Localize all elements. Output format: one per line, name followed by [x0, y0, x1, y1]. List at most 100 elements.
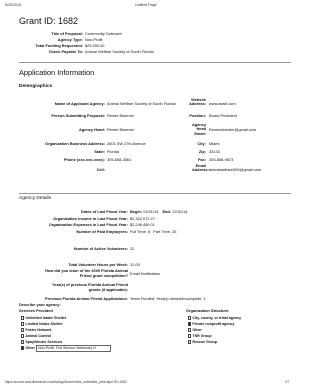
hours-label: Total Volunteer Hours per Week:: [68, 262, 128, 267]
subsection-demographics: Demographics: [19, 84, 53, 89]
checkbox-box[interactable]: [21, 334, 25, 338]
fax-value: 305-858-9873: [209, 157, 234, 162]
checkbox-box[interactable]: [188, 340, 192, 344]
agency-head-email-value: Reneebloemer@gmail.com: [209, 127, 257, 132]
checkbox-box[interactable]: [21, 322, 25, 326]
checkbox-label: Animal Control: [25, 334, 52, 338]
full-time-value: 8: [147, 229, 151, 234]
checkbox-private-nonprofit[interactable]: Private nonprofit agency: [188, 322, 235, 326]
checkbox-label: Rescue Group: [192, 340, 217, 344]
checkbox-label: Other: [25, 346, 35, 350]
print-date: 8/26/2016: [5, 3, 21, 7]
person-label: Person Submitting Proposal:: [51, 113, 105, 118]
checkbox-label: City, county, or tribal agency: [192, 316, 242, 320]
state-label: State:: [94, 149, 105, 154]
footer-page: 1/7: [285, 380, 290, 384]
fiscal-dates-label: Dates of Last Fiscal Year:: [80, 209, 128, 214]
summary-value: Community Outreach: [85, 31, 122, 36]
summary-value: Animal Welfare Society of South Florida: [85, 49, 154, 54]
phone-value: 305-858-3561: [107, 157, 132, 162]
services-label: Services Provided: [19, 308, 53, 313]
checkbox-city-county-tribal[interactable]: City, county, or tribal agency: [188, 316, 241, 320]
checkbox-box[interactable]: [188, 316, 192, 320]
part-time-value: 25: [172, 229, 177, 234]
checkbox-foster-network[interactable]: Foster Network: [21, 328, 52, 332]
checkbox-box[interactable]: [21, 340, 25, 344]
checkbox-org-other[interactable]: Other: [188, 328, 202, 332]
checkbox-label: TNR Group: [192, 334, 212, 338]
income-label: Organization Income in Last Fiscal Year:: [53, 216, 128, 221]
phone-label: Phone (xxx-xxx-xxxx):: [63, 157, 105, 162]
cell-label: Cell:: [96, 167, 105, 172]
other-service-text: Non-Profit, Full Service Veterinary H: [38, 346, 96, 351]
summary-value: $25,000.00: [85, 43, 105, 48]
prev-applications-value: Years Funded: Year(s) denied/incomplete:…: [130, 296, 206, 301]
applicant-label: Name of Applicant Agency:: [54, 101, 105, 106]
summary-label: Check Payable To:: [48, 49, 83, 54]
fax-label: Fax:: [198, 157, 206, 162]
website-value: www.awsfl.com: [209, 101, 236, 106]
checkbox-box[interactable]: [21, 316, 25, 320]
checkbox-box[interactable]: [21, 328, 25, 332]
checkbox-tnr-group[interactable]: TNR Group: [188, 334, 212, 338]
person-value: Renee Bloemer: [107, 113, 135, 118]
print-title: Untitled Page: [135, 3, 157, 7]
checkbox-limited-intake[interactable]: Limited Intake Shelter: [21, 322, 63, 326]
section-title-application: Application Information: [19, 68, 95, 77]
hours-value: 12.00: [130, 262, 140, 267]
checkbox-label: Private nonprofit agency: [192, 322, 235, 326]
applicant-value: Animal Welfare Society of South Florida: [107, 101, 176, 106]
website-label: Website Address:: [189, 97, 206, 107]
describe-agency-label: Describe your agency:: [19, 302, 61, 307]
checkbox-other[interactable]: Other: [21, 346, 35, 350]
checkbox-label: Other: [192, 328, 202, 332]
expenses-value: $2,246,459.01: [130, 222, 155, 227]
org-structure-label: Organization Structure:: [186, 308, 230, 313]
summary-label: Agency Type:: [57, 37, 83, 42]
agency-head-label: Agency Head:: [79, 127, 105, 132]
address-value: 2601 SW 27th Avenue: [107, 141, 146, 146]
checkbox-box[interactable]: [21, 346, 25, 350]
summary-value: Non-Profit: [85, 37, 103, 42]
zip-label: Zip:: [198, 149, 206, 154]
email-label: Email Address:: [192, 163, 209, 173]
checkbox-box[interactable]: [188, 322, 192, 326]
divider: [19, 62, 291, 63]
other-service-input[interactable]: Non-Profit, Full Service Veterinary H: [36, 345, 111, 352]
volunteers-label: Number of Active Volunteers:: [73, 246, 128, 251]
checkbox-rescue-group[interactable]: Rescue Group: [188, 340, 217, 344]
email-value: animalwelfare305@gmail.com: [209, 167, 262, 172]
begin-value: 01/01/14: [143, 209, 159, 214]
volunteers-value: 12: [130, 246, 135, 251]
state-value: Florida: [107, 149, 119, 154]
income-value: $2,322,072.27: [130, 216, 155, 221]
grant-id: Grant ID: 1682: [19, 16, 79, 26]
checkbox-label: Limited Intake Shelter: [25, 322, 63, 326]
expenses-label: Organization Expenses in Last Fiscal Yea…: [48, 222, 128, 227]
part-time-label: Part Time:: [153, 229, 171, 234]
prev-applications-label: Previous Florida Animal Friend Applicati…: [45, 296, 128, 301]
summary-label: Total Funding Requested:: [35, 43, 83, 48]
begin-label: Begin:: [130, 209, 143, 214]
employees-values: Full Time: 8 Part Time: 25: [130, 229, 176, 234]
full-time-label: Full Time:: [130, 229, 147, 234]
checkbox-animal-control[interactable]: Animal Control: [21, 334, 51, 338]
checkbox-box[interactable]: [188, 334, 192, 338]
checkbox-spay-neuter[interactable]: Spay/Neuter Services: [21, 340, 62, 344]
position-value: Board President: [209, 113, 237, 118]
address-label: Organization Business Address:: [45, 141, 105, 146]
checkbox-label: Unlimited Intake Shelter: [25, 316, 67, 320]
checkbox-label: Spay/Neuter Services: [25, 340, 63, 344]
end-value: 12/31/14: [172, 209, 188, 214]
learn-label-line2: Friend grant competition?: [79, 273, 128, 278]
end-label: End:: [162, 209, 172, 214]
checkbox-unlimited-intake[interactable]: Unlimited Intake Shelter: [21, 316, 66, 320]
checkbox-box[interactable]: [188, 328, 192, 332]
section-title-agency-details: Agency Details: [19, 196, 51, 201]
agency-head-value: Renee Bloemer: [107, 127, 135, 132]
fiscal-dates: Begin: 01/01/14 End: 12/31/14: [130, 209, 187, 214]
city-value: Miami: [209, 141, 220, 146]
divider: [19, 193, 291, 194]
years-label-line2: grants (if applicable):: [88, 287, 128, 292]
employees-label: Number of Paid Employees:: [76, 229, 128, 234]
